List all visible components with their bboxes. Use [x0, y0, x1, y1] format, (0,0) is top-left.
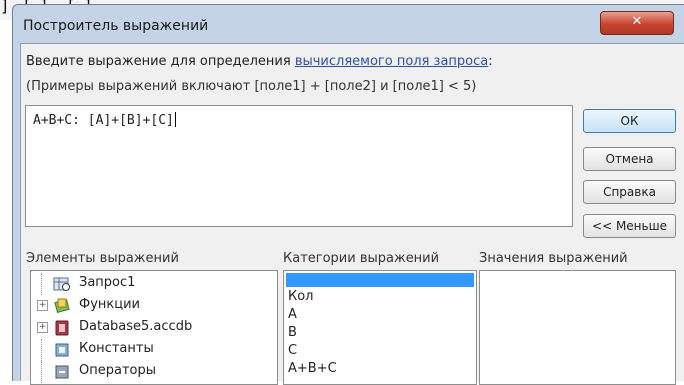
- expression-editor[interactable]: A+B+C: [A]+[B]+[C]: [25, 105, 573, 227]
- ok-button[interactable]: ОК: [583, 109, 676, 133]
- calculated-field-link[interactable]: вычисляемого поля запроса: [295, 54, 488, 69]
- dialog-body: Введите выражение для определения вычисл…: [20, 43, 684, 385]
- tree-line: [41, 361, 43, 383]
- tree-line: [41, 339, 43, 361]
- less-button[interactable]: << Меньше: [583, 214, 676, 238]
- close-icon: ✕: [631, 14, 643, 29]
- tree-item-operators[interactable]: Операторы: [31, 361, 277, 383]
- category-item[interactable]: A: [288, 307, 297, 322]
- functions-icon: [54, 298, 70, 313]
- values-label: Значения выражений: [479, 251, 628, 266]
- tree-item-query[interactable]: Запрос1: [31, 273, 277, 295]
- category-item[interactable]: Кол: [288, 289, 314, 304]
- title-bar[interactable]: Построитель выражений ✕: [13, 5, 684, 43]
- instruction-prefix: Введите выражение для определения: [26, 54, 295, 69]
- help-button[interactable]: Справка: [583, 180, 676, 204]
- cancel-button[interactable]: Отмена: [583, 147, 676, 171]
- background-bracket: ]: [0, 0, 10, 15]
- elements-label: Элементы выражений: [26, 251, 179, 266]
- tree-item-database[interactable]: + Database5.accdb: [31, 317, 277, 339]
- expression-builder-dialog: Построитель выражений ✕ Введите выражени…: [12, 4, 684, 385]
- tree-item-label: Запрос1: [79, 275, 136, 290]
- instruction-text: Введите выражение для определения вычисл…: [26, 54, 493, 69]
- operators-icon: [55, 365, 69, 379]
- tree-item-label: Операторы: [79, 363, 156, 378]
- expression-elements-tree[interactable]: Запрос1 + Функции + Database5.accdb Конс…: [30, 270, 278, 385]
- tree-item-label: Database5.accdb: [79, 319, 193, 334]
- category-item[interactable]: A+B+C: [288, 361, 337, 376]
- expression-categories-list[interactable]: Кол A B C A+B+C: [283, 270, 477, 385]
- expression-text[interactable]: A+B+C: [A]+[B]+[C]: [33, 112, 176, 128]
- selected-category-highlight[interactable]: [286, 273, 474, 287]
- expression-values-list[interactable]: [479, 270, 676, 385]
- tree-item-constants[interactable]: Константы: [31, 339, 277, 361]
- category-item[interactable]: B: [288, 325, 297, 340]
- tree-item-functions[interactable]: + Функции: [31, 295, 277, 317]
- categories-label: Категории выражений: [283, 251, 440, 266]
- tree-line: [41, 273, 43, 295]
- instruction-suffix: :: [488, 54, 493, 69]
- query-icon: [53, 277, 70, 291]
- examples-text: (Примеры выражений включают [поле1] + [п…: [26, 79, 477, 94]
- database-icon: [55, 320, 69, 336]
- close-button[interactable]: ✕: [600, 11, 674, 35]
- expand-icon[interactable]: +: [37, 300, 48, 311]
- category-item[interactable]: C: [288, 343, 297, 358]
- tree-item-label: Функции: [79, 297, 140, 312]
- expand-icon[interactable]: +: [37, 322, 48, 333]
- window-title: Построитель выражений: [23, 18, 209, 34]
- tree-item-label: Константы: [79, 341, 154, 356]
- constants-icon: [55, 343, 69, 357]
